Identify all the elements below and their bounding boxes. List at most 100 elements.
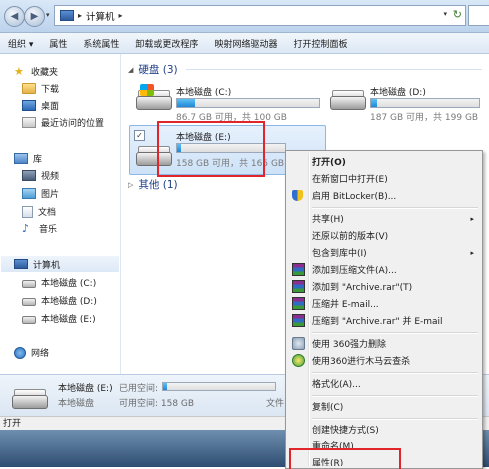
- nav-label: 图片: [41, 190, 60, 200]
- winrar-icon: [292, 263, 305, 276]
- system-properties-button[interactable]: 系统属性: [75, 37, 127, 50]
- forward-button[interactable]: ▶: [24, 6, 45, 27]
- back-button[interactable]: ◀: [4, 6, 25, 27]
- nav-recent[interactable]: 最近访问的位置: [22, 116, 104, 129]
- nav-label: 视频: [41, 172, 60, 182]
- nav-drive-e[interactable]: 本地磁盘 (E:): [22, 312, 96, 325]
- network-icon: [14, 346, 26, 359]
- other-group-header[interactable]: ▷ 其他 (1): [128, 177, 178, 192]
- menu-item-label: 启用 BitLocker(B)...: [312, 192, 397, 202]
- nav-favorites[interactable]: ★ 收藏夹: [14, 65, 58, 78]
- menu-item-open[interactable]: 打开(O): [288, 153, 480, 170]
- highlight-annotation-properties: [289, 448, 401, 469]
- drive-name: 本地磁盘 (C:): [176, 88, 232, 98]
- details-capacity-bar: [162, 382, 276, 391]
- details-used-label: 已用空间:: [119, 384, 159, 394]
- context-menu: 打开(O) 在新窗口中打开(E) 启用 BitLocker(B)... 共享(H…: [285, 150, 483, 469]
- nav-videos[interactable]: 视频: [22, 169, 59, 182]
- capacity-bar-fill: [163, 383, 168, 390]
- details-drive-type: 本地磁盘: [58, 399, 95, 409]
- menu-item-label: 包含到库中(I): [312, 249, 367, 259]
- menu-item-360-trojan-scan[interactable]: 使用360进行木马云查杀: [288, 352, 480, 369]
- highlight-annotation-drive: [157, 121, 265, 177]
- menu-item-compress-rar-email[interactable]: 压缩到 "Archive.rar" 并 E-mail: [288, 312, 480, 329]
- menu-separator: [312, 332, 478, 334]
- hard-disks-group-header[interactable]: ◢ 硬盘 (3): [128, 62, 178, 77]
- 360-delete-icon: [292, 337, 305, 350]
- nav-label: 文档: [38, 208, 57, 218]
- menu-item-label: 共享(H): [312, 215, 344, 225]
- menu-item-open-new-window[interactable]: 在新窗口中打开(E): [288, 170, 480, 187]
- menu-item-add-to-archive-rar[interactable]: 添加到 "Archive.rar"(T): [288, 278, 480, 295]
- nav-label: 下载: [41, 85, 60, 95]
- capacity-bar-fill: [177, 99, 196, 107]
- details-drive-name: 本地磁盘 (E:): [58, 384, 113, 394]
- menu-item-add-to-archive[interactable]: 添加到压缩文件(A)...: [288, 261, 480, 278]
- drive-name: 本地磁盘 (D:): [370, 88, 426, 98]
- expand-triangle-icon[interactable]: ▷: [128, 181, 133, 189]
- status-text: 打开: [3, 419, 22, 429]
- menu-item-label: 打开(O): [312, 158, 346, 168]
- menu-separator: [312, 418, 478, 420]
- nav-pictures[interactable]: 图片: [22, 187, 59, 200]
- search-input[interactable]: [468, 5, 489, 26]
- pictures-icon: [22, 188, 36, 199]
- organize-button[interactable]: 组织 ▾: [0, 37, 41, 50]
- winrar-icon: [292, 314, 305, 327]
- open-control-panel-button[interactable]: 打开控制面板: [285, 37, 355, 50]
- nav-network[interactable]: 网络: [14, 346, 49, 359]
- menu-item-restore-versions[interactable]: 还原以前的版本(V): [288, 227, 480, 244]
- menu-separator: [312, 372, 478, 374]
- nav-label: 本地磁盘 (C:): [41, 279, 97, 289]
- uninstall-program-button[interactable]: 卸载或更改程序: [127, 37, 206, 50]
- map-network-drive-button[interactable]: 映射网络驱动器: [206, 37, 285, 50]
- group-divider: [186, 69, 482, 70]
- star-icon: ★: [14, 65, 24, 78]
- properties-button[interactable]: 属性: [41, 37, 75, 50]
- menu-item-label: 添加到压缩文件(A)...: [312, 266, 397, 276]
- nav-label: 本地磁盘 (D:): [41, 297, 97, 307]
- nav-drive-c[interactable]: 本地磁盘 (C:): [22, 276, 96, 289]
- menu-item-share[interactable]: 共享(H) ▸: [288, 210, 480, 227]
- refresh-icon[interactable]: ↻: [453, 8, 462, 21]
- nav-label: 计算机: [33, 260, 61, 271]
- menu-item-create-shortcut[interactable]: 创建快捷方式(S): [288, 421, 480, 438]
- menu-item-label: 添加到 "Archive.rar"(T): [312, 283, 413, 293]
- nav-desktop[interactable]: 桌面: [22, 99, 59, 112]
- submenu-arrow-icon: ▸: [470, 214, 474, 223]
- menu-item-copy[interactable]: 复制(C): [288, 398, 480, 415]
- collapse-triangle-icon[interactable]: ◢: [128, 66, 133, 74]
- breadcrumb-computer[interactable]: 计算机: [86, 9, 115, 23]
- nav-label: 网络: [31, 349, 50, 359]
- nav-drive-d[interactable]: 本地磁盘 (D:): [22, 294, 97, 307]
- desktop-icon: [22, 100, 36, 111]
- address-input[interactable]: ▸ 计算机 ▸ ▾ ↻: [54, 5, 466, 26]
- nav-label: 音乐: [39, 225, 58, 235]
- capacity-bar-fill: [371, 99, 378, 107]
- recent-pages-dropdown-icon[interactable]: ▾: [46, 11, 50, 19]
- videos-icon: [22, 170, 36, 181]
- computer-icon: [60, 10, 74, 21]
- menu-item-bitlocker[interactable]: 启用 BitLocker(B)...: [288, 187, 480, 204]
- nav-music[interactable]: ♪ 音乐: [22, 222, 57, 235]
- nav-computer[interactable]: 计算机: [1, 256, 119, 272]
- nav-label: 库: [33, 155, 43, 165]
- menu-item-360-force-delete[interactable]: 使用 360强力删除: [288, 335, 480, 352]
- 360-scan-icon: [292, 354, 305, 367]
- nav-label: 最近访问的位置: [41, 119, 105, 129]
- menu-item-format[interactable]: 格式化(A)...: [288, 375, 480, 392]
- submenu-arrow-icon: ▸: [470, 248, 474, 257]
- nav-downloads[interactable]: 下载: [22, 82, 59, 95]
- downloads-folder-icon: [22, 83, 36, 94]
- menu-item-include-in-library[interactable]: 包含到库中(I) ▸: [288, 244, 480, 261]
- address-dropdown-icon[interactable]: ▾: [443, 10, 447, 18]
- menu-item-compress-email[interactable]: 压缩并 E-mail...: [288, 295, 480, 312]
- windows-logo-icon: [140, 84, 154, 96]
- nav-documents[interactable]: 文档: [22, 205, 56, 218]
- menu-item-label: 格式化(A)...: [312, 380, 361, 390]
- command-bar: 组织 ▾ 属性 系统属性 卸载或更改程序 映射网络驱动器 打开控制面板: [0, 33, 489, 54]
- details-free-space: 可用空间: 158 GB: [119, 399, 195, 409]
- breadcrumb-chevron-icon[interactable]: ▸: [119, 11, 123, 20]
- breadcrumb-chevron-icon[interactable]: ▸: [78, 11, 82, 20]
- nav-libraries[interactable]: 库: [14, 152, 42, 165]
